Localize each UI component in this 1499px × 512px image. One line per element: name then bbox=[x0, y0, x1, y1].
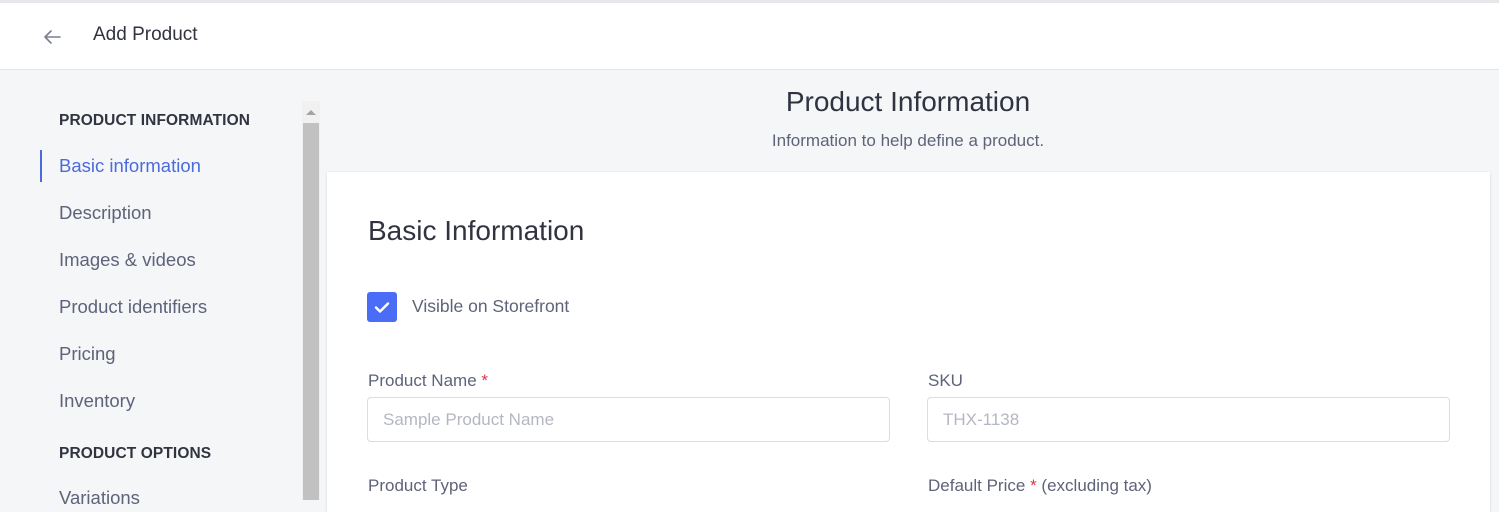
nav-heading-product-options: PRODUCT OPTIONS bbox=[59, 445, 212, 462]
section-title: Product Information bbox=[785, 86, 1031, 117]
sidebar-item-product-identifiers[interactable]: Product identifiers bbox=[59, 296, 207, 318]
arrow-left-icon bbox=[44, 30, 61, 44]
sidebar-item-description[interactable]: Description bbox=[59, 202, 152, 224]
sidebar-item-variations[interactable]: Variations bbox=[59, 487, 140, 509]
visible-on-storefront-label: Visible on Storefront bbox=[412, 296, 570, 316]
visible-on-storefront-checkbox[interactable] bbox=[367, 292, 397, 322]
sidebar-scrollbar[interactable] bbox=[302, 101, 320, 500]
checkmark-icon bbox=[374, 301, 390, 313]
card-title: Basic Information bbox=[368, 215, 585, 246]
sidebar-item-inventory[interactable]: Inventory bbox=[59, 390, 135, 412]
page-header: Add Product bbox=[0, 3, 1499, 70]
sidebar-item-pricing[interactable]: Pricing bbox=[59, 343, 116, 365]
sidebar-item-basic-information[interactable]: Basic information bbox=[59, 155, 201, 177]
product-name-label: Product Name * bbox=[368, 371, 488, 391]
active-indicator bbox=[40, 150, 42, 182]
page-title: Add Product bbox=[93, 24, 198, 45]
required-mark: * bbox=[481, 371, 489, 390]
nav-heading-product-information: PRODUCT INFORMATION bbox=[59, 112, 251, 129]
product-type-label: Product Type bbox=[368, 476, 468, 495]
section-subtitle: Information to help define a product. bbox=[771, 131, 1045, 150]
back-button[interactable] bbox=[38, 23, 66, 51]
default-price-label: Default Price * (excluding tax) bbox=[928, 476, 1152, 496]
basic-information-card: Basic Information Visible on Storefront … bbox=[327, 172, 1490, 512]
product-name-label-text: Product Name bbox=[368, 371, 477, 390]
default-price-label-text: Default Price bbox=[928, 476, 1026, 495]
scroll-up-button[interactable] bbox=[302, 101, 320, 123]
scrollbar-thumb[interactable] bbox=[303, 123, 319, 500]
sku-label: SKU bbox=[928, 371, 963, 390]
sku-input[interactable] bbox=[927, 397, 1450, 442]
sidebar-nav: PRODUCT INFORMATION Basic information De… bbox=[0, 71, 302, 508]
triangle-up-icon bbox=[306, 109, 316, 115]
section-header: Product Information Information to help … bbox=[327, 71, 1489, 171]
product-name-input[interactable] bbox=[367, 397, 890, 442]
required-mark: * bbox=[1030, 476, 1037, 495]
default-price-suffix: (excluding tax) bbox=[1041, 476, 1152, 495]
sidebar-item-images-videos[interactable]: Images & videos bbox=[59, 249, 196, 271]
